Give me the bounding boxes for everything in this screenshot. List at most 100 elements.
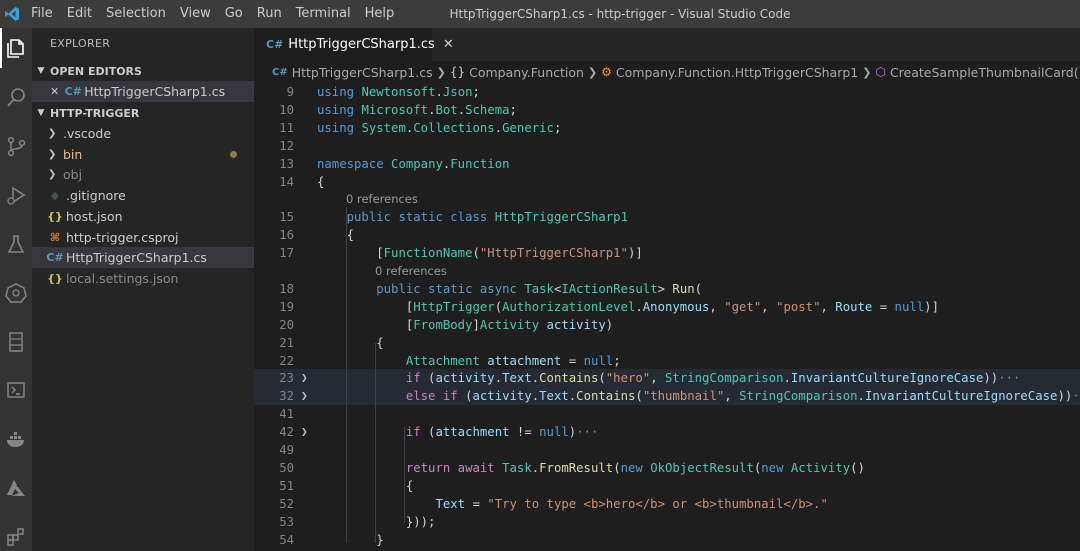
code-lens-references[interactable]: 0 references bbox=[254, 262, 1080, 280]
file-type-icon: C# bbox=[46, 251, 64, 265]
editor-tab-bar: C# HttpTriggerCSharp1.cs ✕ bbox=[254, 28, 1080, 61]
menu-terminal[interactable]: Terminal bbox=[289, 0, 358, 28]
tree-item-local-settings-json[interactable]: {} local.settings.json bbox=[32, 268, 254, 289]
code-line[interactable]: 21 { bbox=[254, 334, 1080, 352]
code-line[interactable]: 41 bbox=[254, 405, 1080, 423]
menu-edit[interactable]: Edit bbox=[60, 0, 99, 28]
line-number: 41 bbox=[279, 407, 294, 422]
tree-item-obj[interactable]: ❯ obj bbox=[32, 164, 254, 185]
tree-item-label: HttpTriggerCSharp1.cs bbox=[66, 250, 207, 266]
menu-file[interactable]: File bbox=[24, 0, 60, 28]
open-editor-label: HttpTriggerCSharp1.cs bbox=[84, 84, 226, 99]
kubernetes-icon[interactable] bbox=[0, 273, 32, 313]
extensions-icon[interactable] bbox=[0, 517, 32, 551]
menu-selection[interactable]: Selection bbox=[99, 0, 173, 28]
indent-guide bbox=[375, 343, 376, 543]
code-text: using System.Collections.Generic; bbox=[317, 120, 562, 135]
tree-item-label: http-trigger.csproj bbox=[66, 229, 179, 245]
code-line[interactable]: 15 public static class HttpTriggerCSharp… bbox=[254, 208, 1080, 226]
code-line[interactable]: 53 })); bbox=[254, 513, 1080, 531]
code-text: { bbox=[317, 174, 325, 189]
fold-chevron-icon[interactable]: ❯ bbox=[301, 423, 313, 441]
files-icon[interactable] bbox=[0, 28, 32, 68]
project-header[interactable]: ▼ HTTP-TRIGGER bbox=[32, 103, 254, 123]
code-text: return await Task.FromResult(new OkObjec… bbox=[405, 460, 865, 475]
code-line[interactable]: 9 using Newtonsoft.Json; bbox=[254, 83, 1080, 101]
code-line[interactable]: 12 bbox=[254, 137, 1080, 155]
code-line[interactable]: 11 using System.Collections.Generic; bbox=[254, 119, 1080, 137]
breadcrumb-class[interactable]: Company.Function.HttpTriggerCSharp1 bbox=[616, 65, 858, 80]
source-control-icon[interactable] bbox=[0, 126, 32, 166]
menu-help[interactable]: Help bbox=[358, 0, 402, 28]
close-icon[interactable]: ✕ bbox=[443, 37, 454, 52]
open-editors-label: OPEN EDITORS bbox=[50, 64, 142, 78]
docker-icon[interactable] bbox=[0, 419, 32, 459]
code-text: [FunctionName("HttpTriggerCSharp1")] bbox=[317, 246, 643, 261]
azure-icon[interactable] bbox=[0, 468, 32, 508]
line-number: 21 bbox=[279, 335, 294, 350]
open-editors-header[interactable]: ▼ OPEN EDITORS bbox=[32, 61, 254, 81]
open-editor-item[interactable]: ✕ C# HttpTriggerCSharp1.cs bbox=[32, 81, 254, 102]
code-line[interactable]: 51 { bbox=[254, 477, 1080, 495]
testing-icon[interactable] bbox=[0, 224, 32, 264]
code-line[interactable]: 32 ❯ else if (activity.Text.Contains("thu… bbox=[254, 387, 1080, 406]
code-text: using Microsoft.Bot.Schema; bbox=[317, 102, 517, 117]
code-text: Text = "Try to type <b>hero</b> or <b>th… bbox=[435, 496, 828, 511]
breadcrumb-namespace[interactable]: Company.Function bbox=[469, 65, 584, 80]
code-text: Attachment attachment = null; bbox=[405, 353, 621, 368]
run-debug-icon[interactable] bbox=[0, 175, 32, 215]
tree-item-host-json[interactable]: {} host.json bbox=[32, 206, 254, 227]
code-text: [HttpTrigger(AuthorizationLevel.Anonymou… bbox=[317, 299, 939, 314]
code-text: public static class HttpTriggerCSharp1 bbox=[346, 210, 628, 225]
code-text: })); bbox=[317, 514, 436, 529]
code-line[interactable]: 22 Attachment attachment = null; bbox=[254, 352, 1080, 370]
code-line[interactable]: 20 [FromBody]Activity activity) bbox=[254, 316, 1080, 334]
fold-chevron-icon[interactable]: ❯ bbox=[301, 387, 313, 405]
search-icon[interactable] bbox=[0, 77, 32, 117]
code-text: namespace Company.Function bbox=[317, 156, 510, 171]
line-number: 20 bbox=[279, 317, 294, 332]
code-line[interactable]: 10 using Microsoft.Bot.Schema; bbox=[254, 101, 1080, 119]
code-line[interactable]: 52 Text = "Try to type <b>hero</b> or <b… bbox=[254, 495, 1080, 513]
code-line[interactable]: 17 [FunctionName("HttpTriggerCSharp1")] bbox=[254, 244, 1080, 262]
code-line[interactable]: 18 public static async Task<IActionResul… bbox=[254, 280, 1080, 298]
close-icon[interactable]: ✕ bbox=[50, 85, 59, 98]
csharp-file-icon: C# bbox=[266, 38, 284, 51]
code-line[interactable]: 42 ❯ if (attachment != null)··· bbox=[254, 423, 1080, 441]
line-number: 51 bbox=[279, 478, 294, 493]
breadcrumb-file[interactable]: HttpTriggerCSharp1.cs bbox=[292, 65, 433, 80]
menu-run[interactable]: Run bbox=[250, 0, 289, 28]
code-lens-references[interactable]: 0 references bbox=[254, 190, 1080, 208]
line-number: 12 bbox=[279, 138, 294, 153]
tree-item-bin[interactable]: ❯ bin bbox=[32, 144, 254, 165]
tree-item-httptriggercsharp1-cs[interactable]: C# HttpTriggerCSharp1.cs bbox=[32, 247, 254, 269]
project-label: HTTP-TRIGGER bbox=[50, 106, 140, 120]
code-line[interactable]: 16 { bbox=[254, 226, 1080, 244]
tree-item-vscode[interactable]: ❯ .vscode bbox=[32, 123, 254, 144]
code-line[interactable]: 50 return await Task.FromResult(new OkOb… bbox=[254, 459, 1080, 477]
code-line[interactable]: 13 namespace Company.Function bbox=[254, 155, 1080, 173]
chevron-right-icon: ❯ bbox=[587, 65, 598, 79]
breadcrumb-method[interactable]: CreateSampleThumbnailCard() bbox=[890, 65, 1080, 80]
tree-item-http-trigger-csproj[interactable]: ⌘ http-trigger.csproj bbox=[32, 227, 254, 248]
vscode-logo-icon bbox=[0, 0, 24, 28]
menu-go[interactable]: Go bbox=[218, 0, 250, 28]
tab-httptriggercsharp1[interactable]: C# HttpTriggerCSharp1.cs ✕ bbox=[254, 28, 454, 61]
code-line[interactable]: 14 { bbox=[254, 173, 1080, 191]
menu-view[interactable]: View bbox=[173, 0, 218, 28]
line-number: 9 bbox=[286, 85, 294, 99]
csharp-file-icon: C# bbox=[64, 85, 82, 98]
azure-functions-icon[interactable] bbox=[0, 370, 32, 410]
sidebar-title: EXPLORER bbox=[50, 37, 111, 50]
code-line[interactable]: 23 ❯ if (activity.Text.Contains("hero", S… bbox=[254, 369, 1080, 388]
fold-chevron-icon[interactable]: ❯ bbox=[301, 369, 313, 387]
tree-item-gitignore[interactable]: ◆ .gitignore bbox=[32, 185, 254, 206]
code-line[interactable]: 49 bbox=[254, 441, 1080, 459]
code-editor[interactable]: 9 using Newtonsoft.Json; 10 using Microsoft… bbox=[254, 83, 1080, 551]
file-type-icon: {} bbox=[47, 271, 63, 285]
code-line[interactable]: 19 [HttpTrigger(AuthorizationLevel.Anony… bbox=[254, 298, 1080, 316]
code-line[interactable]: 54 } bbox=[254, 531, 1080, 549]
remote-explorer-icon[interactable] bbox=[0, 322, 32, 362]
code-text: [FromBody]Activity activity) bbox=[317, 317, 614, 332]
class-icon: ⚙ bbox=[601, 65, 612, 79]
